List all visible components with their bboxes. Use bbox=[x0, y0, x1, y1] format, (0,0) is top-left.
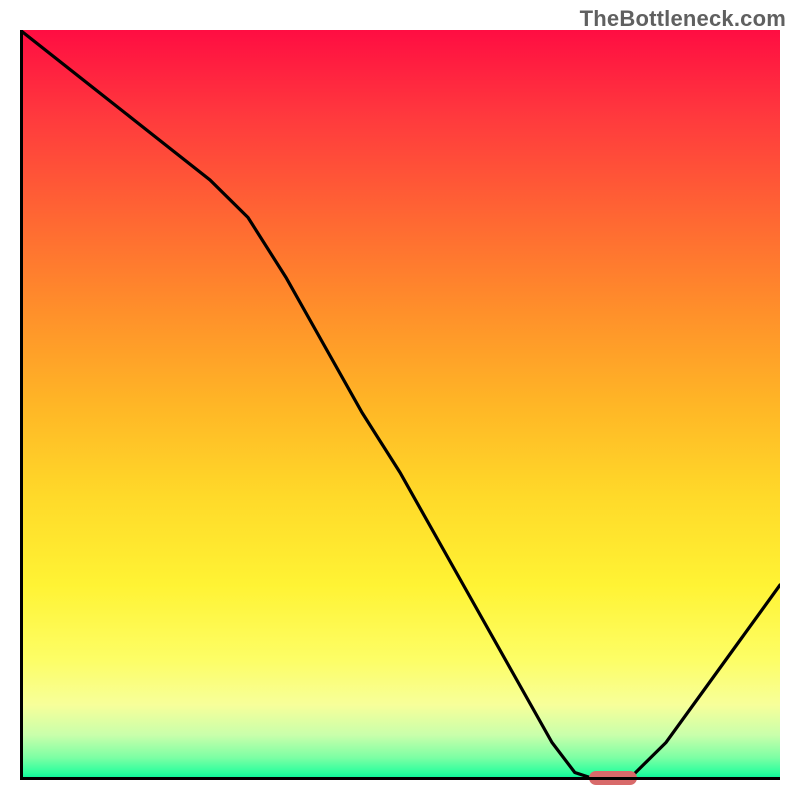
chart-container: TheBottleneck.com bbox=[0, 0, 800, 800]
bottleneck-curve bbox=[20, 30, 780, 780]
watermark-text: TheBottleneck.com bbox=[580, 6, 786, 32]
y-axis bbox=[20, 30, 23, 780]
x-axis bbox=[20, 777, 780, 780]
plot-area bbox=[20, 30, 780, 780]
